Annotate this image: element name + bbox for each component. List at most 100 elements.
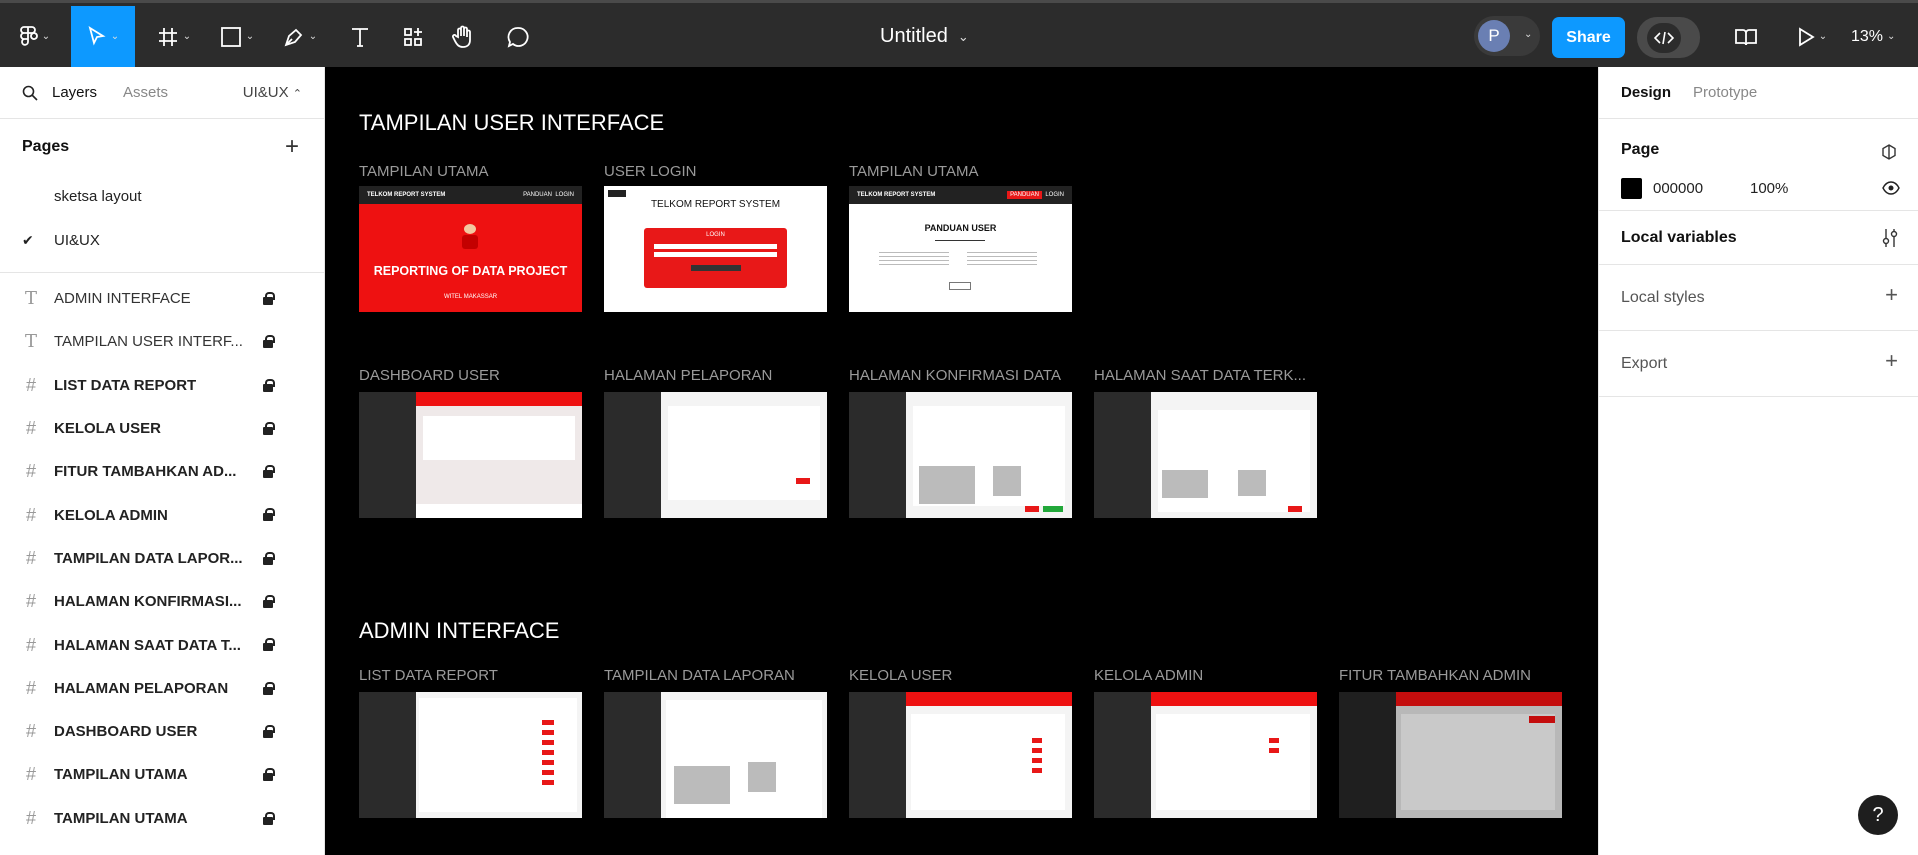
frame-thumbnail[interactable]: TELKOM REPORT SYSTEM PANDUAN LOGIN REPOR… (359, 186, 582, 312)
layer-row[interactable]: # LIST DATA REPORT (0, 364, 324, 407)
frame-thumbnail[interactable] (359, 392, 582, 518)
hand-tool-button[interactable] (443, 6, 483, 67)
move-tool-button[interactable]: ⌄ (71, 6, 135, 67)
frame-thumbnail[interactable]: TELKOM REPORT SYSTEM PANDUAN LOGIN PANDU… (849, 186, 1072, 312)
lock-icon[interactable] (263, 551, 275, 565)
tab-layers[interactable]: Layers (52, 84, 97, 101)
tab-assets[interactable]: Assets (123, 84, 168, 101)
frame-label[interactable]: LIST DATA REPORT (359, 667, 498, 684)
layer-row[interactable]: # HALAMAN KONFIRMASI... (0, 580, 324, 623)
help-button[interactable]: ? (1858, 795, 1898, 835)
dev-mode-toggle[interactable] (1637, 17, 1700, 58)
add-page-button[interactable]: + (285, 133, 299, 161)
section-title-admin[interactable]: ADMIN INTERFACE (359, 618, 559, 644)
layer-row[interactable]: # KELOLA ADMIN (0, 493, 324, 536)
frame-thumbnail[interactable] (849, 692, 1072, 818)
frame-label[interactable]: KELOLA ADMIN (1094, 667, 1203, 684)
search-icon[interactable] (22, 85, 38, 101)
layer-row[interactable]: T ADMIN INTERFACE (0, 277, 324, 320)
layer-row[interactable]: # TAMPILAN UTAMA (0, 797, 324, 840)
eye-icon[interactable] (1882, 181, 1900, 195)
layer-row[interactable]: # FITUR TAMBAHKAN AD... (0, 450, 324, 493)
code-icon (1654, 31, 1674, 44)
frame-label[interactable]: TAMPILAN UTAMA (849, 163, 978, 180)
page-item[interactable]: ✔ UI&UX (0, 218, 324, 262)
layer-row[interactable]: # TAMPILAN DATA LAPOR... (0, 537, 324, 580)
layer-row[interactable]: # HALAMAN SAAT DATA T... (0, 623, 324, 666)
avatar[interactable]: P (1478, 20, 1510, 52)
tab-prototype[interactable]: Prototype (1693, 84, 1757, 101)
page-opacity-value[interactable]: 100% (1750, 180, 1788, 197)
lock-icon[interactable] (263, 595, 275, 609)
tab-design[interactable]: Design (1621, 84, 1671, 101)
section-title-user[interactable]: TAMPILAN USER INTERFACE (359, 110, 664, 136)
lock-icon[interactable] (263, 292, 275, 305)
page-color-value[interactable]: 000000 (1653, 180, 1703, 197)
present-button[interactable]: ⌄ (1786, 6, 1838, 67)
layer-row[interactable]: # KELOLA USER (0, 407, 324, 450)
local-styles-section[interactable]: Local styles + (1599, 265, 1918, 331)
page-color-swatch[interactable] (1621, 178, 1642, 199)
frame-thumbnail[interactable] (1094, 692, 1317, 818)
lock-icon[interactable] (263, 335, 275, 349)
lock-icon[interactable] (263, 508, 275, 522)
lock-icon[interactable] (263, 724, 275, 738)
local-variables-section[interactable]: Local variables (1599, 211, 1918, 265)
lock-icon[interactable] (263, 681, 275, 695)
lock-icon[interactable] (263, 811, 275, 825)
page-item[interactable]: sketsa layout (0, 174, 324, 218)
layer-name: LIST DATA REPORT (54, 376, 197, 394)
page-selector[interactable]: UI&UX ⌃ (243, 84, 302, 101)
layer-row[interactable]: # HALAMAN PELAPORAN (0, 667, 324, 710)
frame-thumbnail[interactable] (604, 692, 827, 818)
lock-icon[interactable] (263, 465, 275, 479)
layer-name: HALAMAN PELAPORAN (54, 679, 229, 697)
frame-label[interactable]: TAMPILAN UTAMA (359, 163, 488, 180)
share-button[interactable]: Share (1552, 17, 1625, 58)
document-title[interactable]: Untitled ⌄ (880, 6, 969, 67)
frame-label[interactable]: DASHBOARD USER (359, 367, 500, 384)
lock-icon[interactable] (263, 378, 275, 392)
lock-icon[interactable] (263, 421, 275, 435)
frame-thumbnail[interactable] (1094, 392, 1317, 518)
text-tool-button[interactable] (340, 6, 380, 67)
sliders-icon[interactable] (1882, 228, 1898, 248)
frame-thumbnail[interactable]: TELKOM REPORT SYSTEM LOGIN (604, 186, 827, 312)
frame-thumbnail[interactable] (359, 692, 582, 818)
zoom-control[interactable]: 13% ⌄ (1851, 6, 1895, 67)
frame-label[interactable]: HALAMAN SAAT DATA TERK... (1094, 367, 1306, 384)
frame-label[interactable]: USER LOGIN (604, 163, 697, 180)
layer-row[interactable]: # TAMPILAN UTAMA (0, 753, 324, 796)
library-button[interactable] (1726, 6, 1766, 67)
canvas[interactable]: TAMPILAN USER INTERFACE TAMPILAN UTAMA U… (325, 67, 1598, 855)
frame-layer-icon: # (25, 721, 36, 742)
pen-tool-button[interactable]: ⌄ (276, 6, 324, 67)
add-style-button[interactable]: + (1885, 282, 1898, 308)
comment-tool-button[interactable] (498, 6, 538, 67)
lock-icon[interactable] (263, 768, 275, 782)
lock-icon[interactable] (263, 638, 275, 652)
frame-label[interactable]: TAMPILAN DATA LAPORAN (604, 667, 795, 684)
frame-thumbnail[interactable] (604, 392, 827, 518)
export-section[interactable]: Export + (1599, 331, 1918, 397)
frame-thumbnail[interactable] (849, 392, 1072, 518)
components-icon (404, 27, 422, 46)
resources-button[interactable] (393, 6, 433, 67)
frame-label[interactable]: HALAMAN PELAPORAN (604, 367, 772, 384)
back-chip (608, 190, 626, 197)
pen-icon (284, 28, 303, 46)
layer-row[interactable]: # DASHBOARD USER (0, 710, 324, 753)
frame-thumbnail[interactable] (1339, 692, 1562, 818)
styles-icon[interactable] (1880, 143, 1898, 161)
chevron-down-icon: ⌄ (1887, 31, 1896, 42)
thumb-login-title: TELKOM REPORT SYSTEM (650, 199, 781, 210)
frame-layer-icon: # (25, 764, 36, 785)
frame-label[interactable]: KELOLA USER (849, 667, 952, 684)
frame-label[interactable]: FITUR TAMBAHKAN ADMIN (1339, 667, 1531, 684)
layer-row[interactable]: T TAMPILAN USER INTERF... (0, 320, 324, 363)
frame-tool-button[interactable]: ⌄ (150, 6, 198, 67)
frame-label[interactable]: HALAMAN KONFIRMASI DATA (849, 367, 1061, 384)
add-export-button[interactable]: + (1885, 348, 1898, 374)
main-menu-button[interactable]: ⌄ (10, 6, 58, 67)
shape-tool-button[interactable]: ⌄ (213, 6, 261, 67)
